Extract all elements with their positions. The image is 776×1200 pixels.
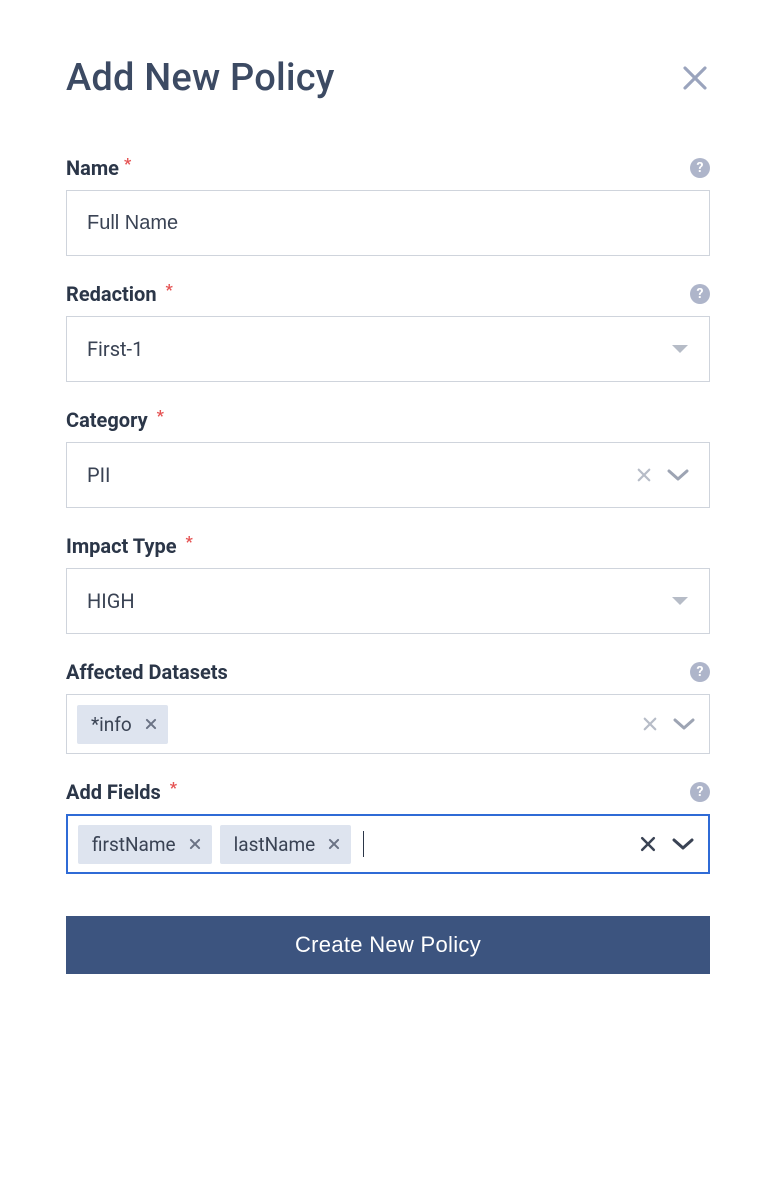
tag-remove-icon[interactable] (144, 717, 158, 731)
create-policy-button[interactable]: Create New Policy (66, 916, 710, 974)
field-label: Category (66, 408, 148, 432)
label-row: Redaction * ? (66, 282, 710, 306)
impact-type-select[interactable]: HIGH (66, 568, 710, 634)
text-cursor (363, 831, 364, 857)
redaction-select[interactable]: First-1 (66, 316, 710, 382)
field-label-wrap: Name * (66, 156, 131, 180)
help-icon[interactable]: ? (690, 662, 710, 682)
tag-label: firstName (92, 833, 176, 856)
field-redaction: Redaction * ? First-1 (66, 282, 710, 382)
required-asterisk: * (182, 532, 193, 551)
help-icon[interactable]: ? (690, 158, 710, 178)
category-select[interactable]: PII (66, 442, 710, 508)
help-icon[interactable]: ? (690, 284, 710, 304)
tag-remove-icon[interactable] (327, 837, 341, 851)
required-asterisk: * (153, 406, 164, 425)
tag-item: firstName (78, 825, 212, 864)
field-label-wrap: Impact Type * (66, 534, 193, 558)
field-label: Impact Type (66, 534, 177, 558)
modal-title: Add New Policy (66, 56, 335, 100)
tag-label: lastName (234, 833, 316, 856)
field-label: Add Fields (66, 780, 161, 804)
tag-item: *info (77, 705, 168, 744)
select-icons (638, 834, 694, 854)
field-name: Name * ? (66, 156, 710, 256)
field-impact-type: Impact Type * HIGH (66, 534, 710, 634)
caret-down-icon (671, 343, 689, 355)
required-asterisk: * (124, 154, 131, 173)
tag-list: firstName lastName (78, 825, 364, 864)
label-row: Category * (66, 408, 710, 432)
close-icon[interactable] (680, 63, 710, 93)
tag-remove-icon[interactable] (188, 837, 202, 851)
required-asterisk: * (166, 778, 177, 797)
tag-list: *info (77, 705, 168, 744)
field-label: Name (66, 156, 119, 180)
help-icon[interactable]: ? (690, 782, 710, 802)
field-label-wrap: Category * (66, 408, 164, 432)
add-fields-multiselect[interactable]: firstName lastName (66, 814, 710, 874)
select-icons (671, 595, 689, 607)
name-input[interactable] (66, 190, 710, 256)
modal-header: Add New Policy (66, 56, 710, 100)
clear-icon[interactable] (635, 466, 653, 484)
clear-icon[interactable] (641, 715, 659, 733)
label-row: Affected Datasets ? (66, 660, 710, 684)
chevron-down-icon (673, 717, 695, 731)
field-label-wrap: Add Fields * (66, 780, 177, 804)
label-row: Add Fields * ? (66, 780, 710, 804)
select-icons (671, 343, 689, 355)
label-row: Name * ? (66, 156, 710, 180)
select-value: First-1 (87, 337, 143, 361)
select-value: PII (87, 463, 111, 487)
field-category: Category * PII (66, 408, 710, 508)
field-label-wrap: Affected Datasets (66, 660, 228, 684)
clear-icon[interactable] (638, 834, 658, 854)
select-icons (641, 715, 695, 733)
chevron-down-icon (672, 837, 694, 851)
field-affected-datasets: Affected Datasets ? *info (66, 660, 710, 754)
caret-down-icon (671, 595, 689, 607)
field-label: Redaction (66, 282, 157, 306)
chevron-down-icon (667, 468, 689, 482)
field-label: Affected Datasets (66, 660, 228, 684)
select-icons (635, 466, 689, 484)
label-row: Impact Type * (66, 534, 710, 558)
select-value: HIGH (87, 589, 135, 613)
tag-item: lastName (220, 825, 352, 864)
field-add-fields: Add Fields * ? firstName lastName (66, 780, 710, 874)
tag-label: *info (91, 713, 132, 736)
affected-datasets-multiselect[interactable]: *info (66, 694, 710, 754)
add-policy-modal: Add New Policy Name * ? Redaction * ? Fir… (0, 0, 776, 1042)
field-label-wrap: Redaction * (66, 282, 173, 306)
required-asterisk: * (162, 280, 173, 299)
